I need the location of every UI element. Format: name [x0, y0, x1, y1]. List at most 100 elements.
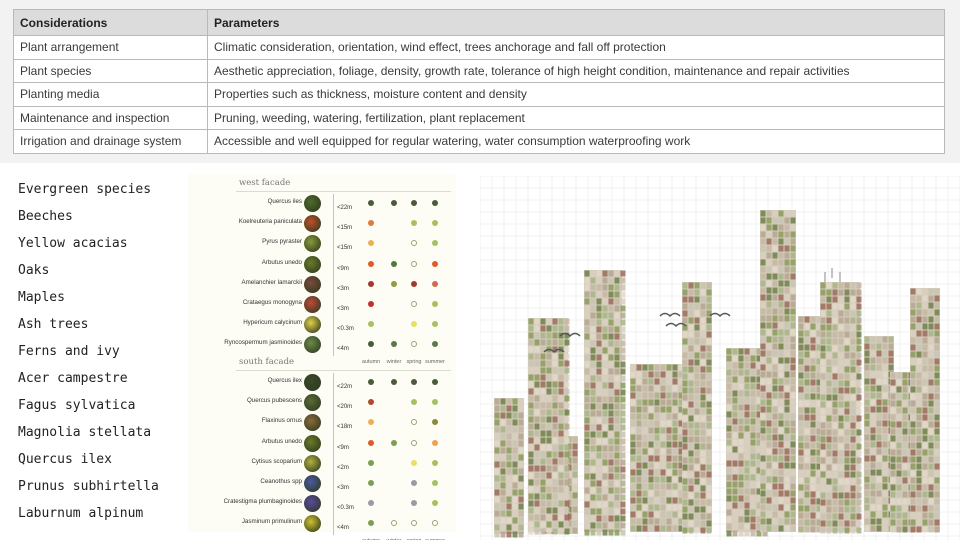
- facade-panel: [790, 217, 796, 224]
- facade-panel: [772, 378, 778, 385]
- facade-panel: [630, 511, 636, 518]
- facade-panel: [518, 398, 524, 405]
- facade-panel: [928, 414, 934, 421]
- facade-panel: [584, 508, 590, 515]
- facade-panel: [614, 291, 620, 298]
- facade-panel: [826, 296, 832, 303]
- facade-panel: [784, 266, 790, 273]
- facade-panel: [826, 478, 832, 485]
- facade-panel: [784, 252, 790, 259]
- facade-panel: [902, 498, 908, 505]
- facade-panel: [608, 452, 614, 459]
- facade-panel: [682, 485, 688, 492]
- facade-panel: [882, 434, 888, 441]
- facade-panel: [864, 469, 870, 476]
- facade-panel: [826, 303, 832, 310]
- facade-panel: [694, 373, 700, 380]
- facade-panel: [902, 386, 908, 393]
- facade-panel: [760, 217, 766, 224]
- facade-panel: [648, 413, 654, 420]
- facade-panel: [772, 287, 778, 294]
- facade-panel: [688, 331, 694, 338]
- facade-panel: [798, 337, 804, 344]
- facade-panel: [602, 284, 608, 291]
- plant-photo-thumbnail: [304, 235, 321, 253]
- facade-panel: [910, 358, 916, 365]
- facade-panel: [636, 518, 642, 525]
- facade-panel: [760, 336, 766, 343]
- facade-panel: [826, 485, 832, 492]
- facade-panel: [738, 446, 744, 453]
- facade-panel: [602, 494, 608, 501]
- facade-panel: [558, 402, 564, 409]
- facade-panel: [528, 451, 534, 458]
- facade-panel: [738, 432, 744, 439]
- facade-panel: [910, 477, 916, 484]
- facade-panel: [682, 345, 688, 352]
- facade-panel: [590, 305, 596, 312]
- facade-panel: [732, 453, 738, 460]
- facade-panel: [922, 519, 928, 526]
- facade-panel: [870, 490, 876, 497]
- facade-panel: [590, 340, 596, 347]
- facade-panel: [688, 359, 694, 366]
- facade-panel: [832, 471, 838, 478]
- facade-panel: [558, 437, 564, 444]
- facade-panel: [876, 511, 882, 518]
- facade-panel: [648, 392, 654, 399]
- season-indicator-dot: [368, 321, 374, 328]
- facade-panel: [882, 350, 888, 357]
- facade-panel: [558, 458, 564, 465]
- facade-panel: [916, 316, 922, 323]
- facade-panel: [642, 385, 648, 392]
- facade-panel: [790, 357, 796, 364]
- facade-panel: [778, 280, 784, 287]
- facade-rule: [236, 191, 451, 192]
- facade-panel: [856, 471, 862, 478]
- facade-panel: [890, 372, 896, 379]
- facade-panel: [870, 455, 876, 462]
- facade-panel: [506, 531, 512, 538]
- facade-panel: [778, 511, 784, 518]
- facade-panel: [666, 469, 672, 476]
- season-indicator-dot: [411, 439, 417, 446]
- facade-panel: [916, 498, 922, 505]
- facade-panel: [772, 364, 778, 371]
- facade-panel: [784, 343, 790, 350]
- facade-panel: [528, 374, 534, 381]
- facade-panel: [726, 453, 732, 460]
- facade-panel: [934, 330, 940, 337]
- facade-panel: [744, 467, 750, 474]
- season-indicator-dot: [411, 480, 417, 486]
- facade-panel: [790, 238, 796, 245]
- facade-panel: [732, 418, 738, 425]
- facade-panel: [870, 336, 876, 343]
- facade-panel: [620, 417, 626, 424]
- facade-panel: [928, 442, 934, 449]
- facade-panel: [832, 464, 838, 471]
- facade-panel: [760, 350, 766, 357]
- facade-panel: [584, 340, 590, 347]
- facade-panel: [760, 357, 766, 364]
- facade-panel: [790, 448, 796, 455]
- facade-panel: [596, 396, 602, 403]
- facade-panel: [512, 503, 518, 510]
- facade-panel: [546, 409, 552, 416]
- facade-panel: [688, 464, 694, 471]
- facade-panel: [596, 452, 602, 459]
- facade-panel: [928, 456, 934, 463]
- facade-panel: [896, 421, 902, 428]
- facade-panel: [922, 491, 928, 498]
- facade-panel: [864, 476, 870, 483]
- facade-panel: [772, 315, 778, 322]
- facade-panel: [694, 471, 700, 478]
- facade-panel: [636, 406, 642, 413]
- facade-panel: [726, 460, 732, 467]
- facade-panel: [896, 386, 902, 393]
- facade-panel: [890, 435, 896, 442]
- facade-panel: [636, 455, 642, 462]
- facade-panel: [844, 282, 850, 289]
- facade-panel: [614, 424, 620, 431]
- facade-panel: [778, 308, 784, 315]
- facade-panel: [826, 352, 832, 359]
